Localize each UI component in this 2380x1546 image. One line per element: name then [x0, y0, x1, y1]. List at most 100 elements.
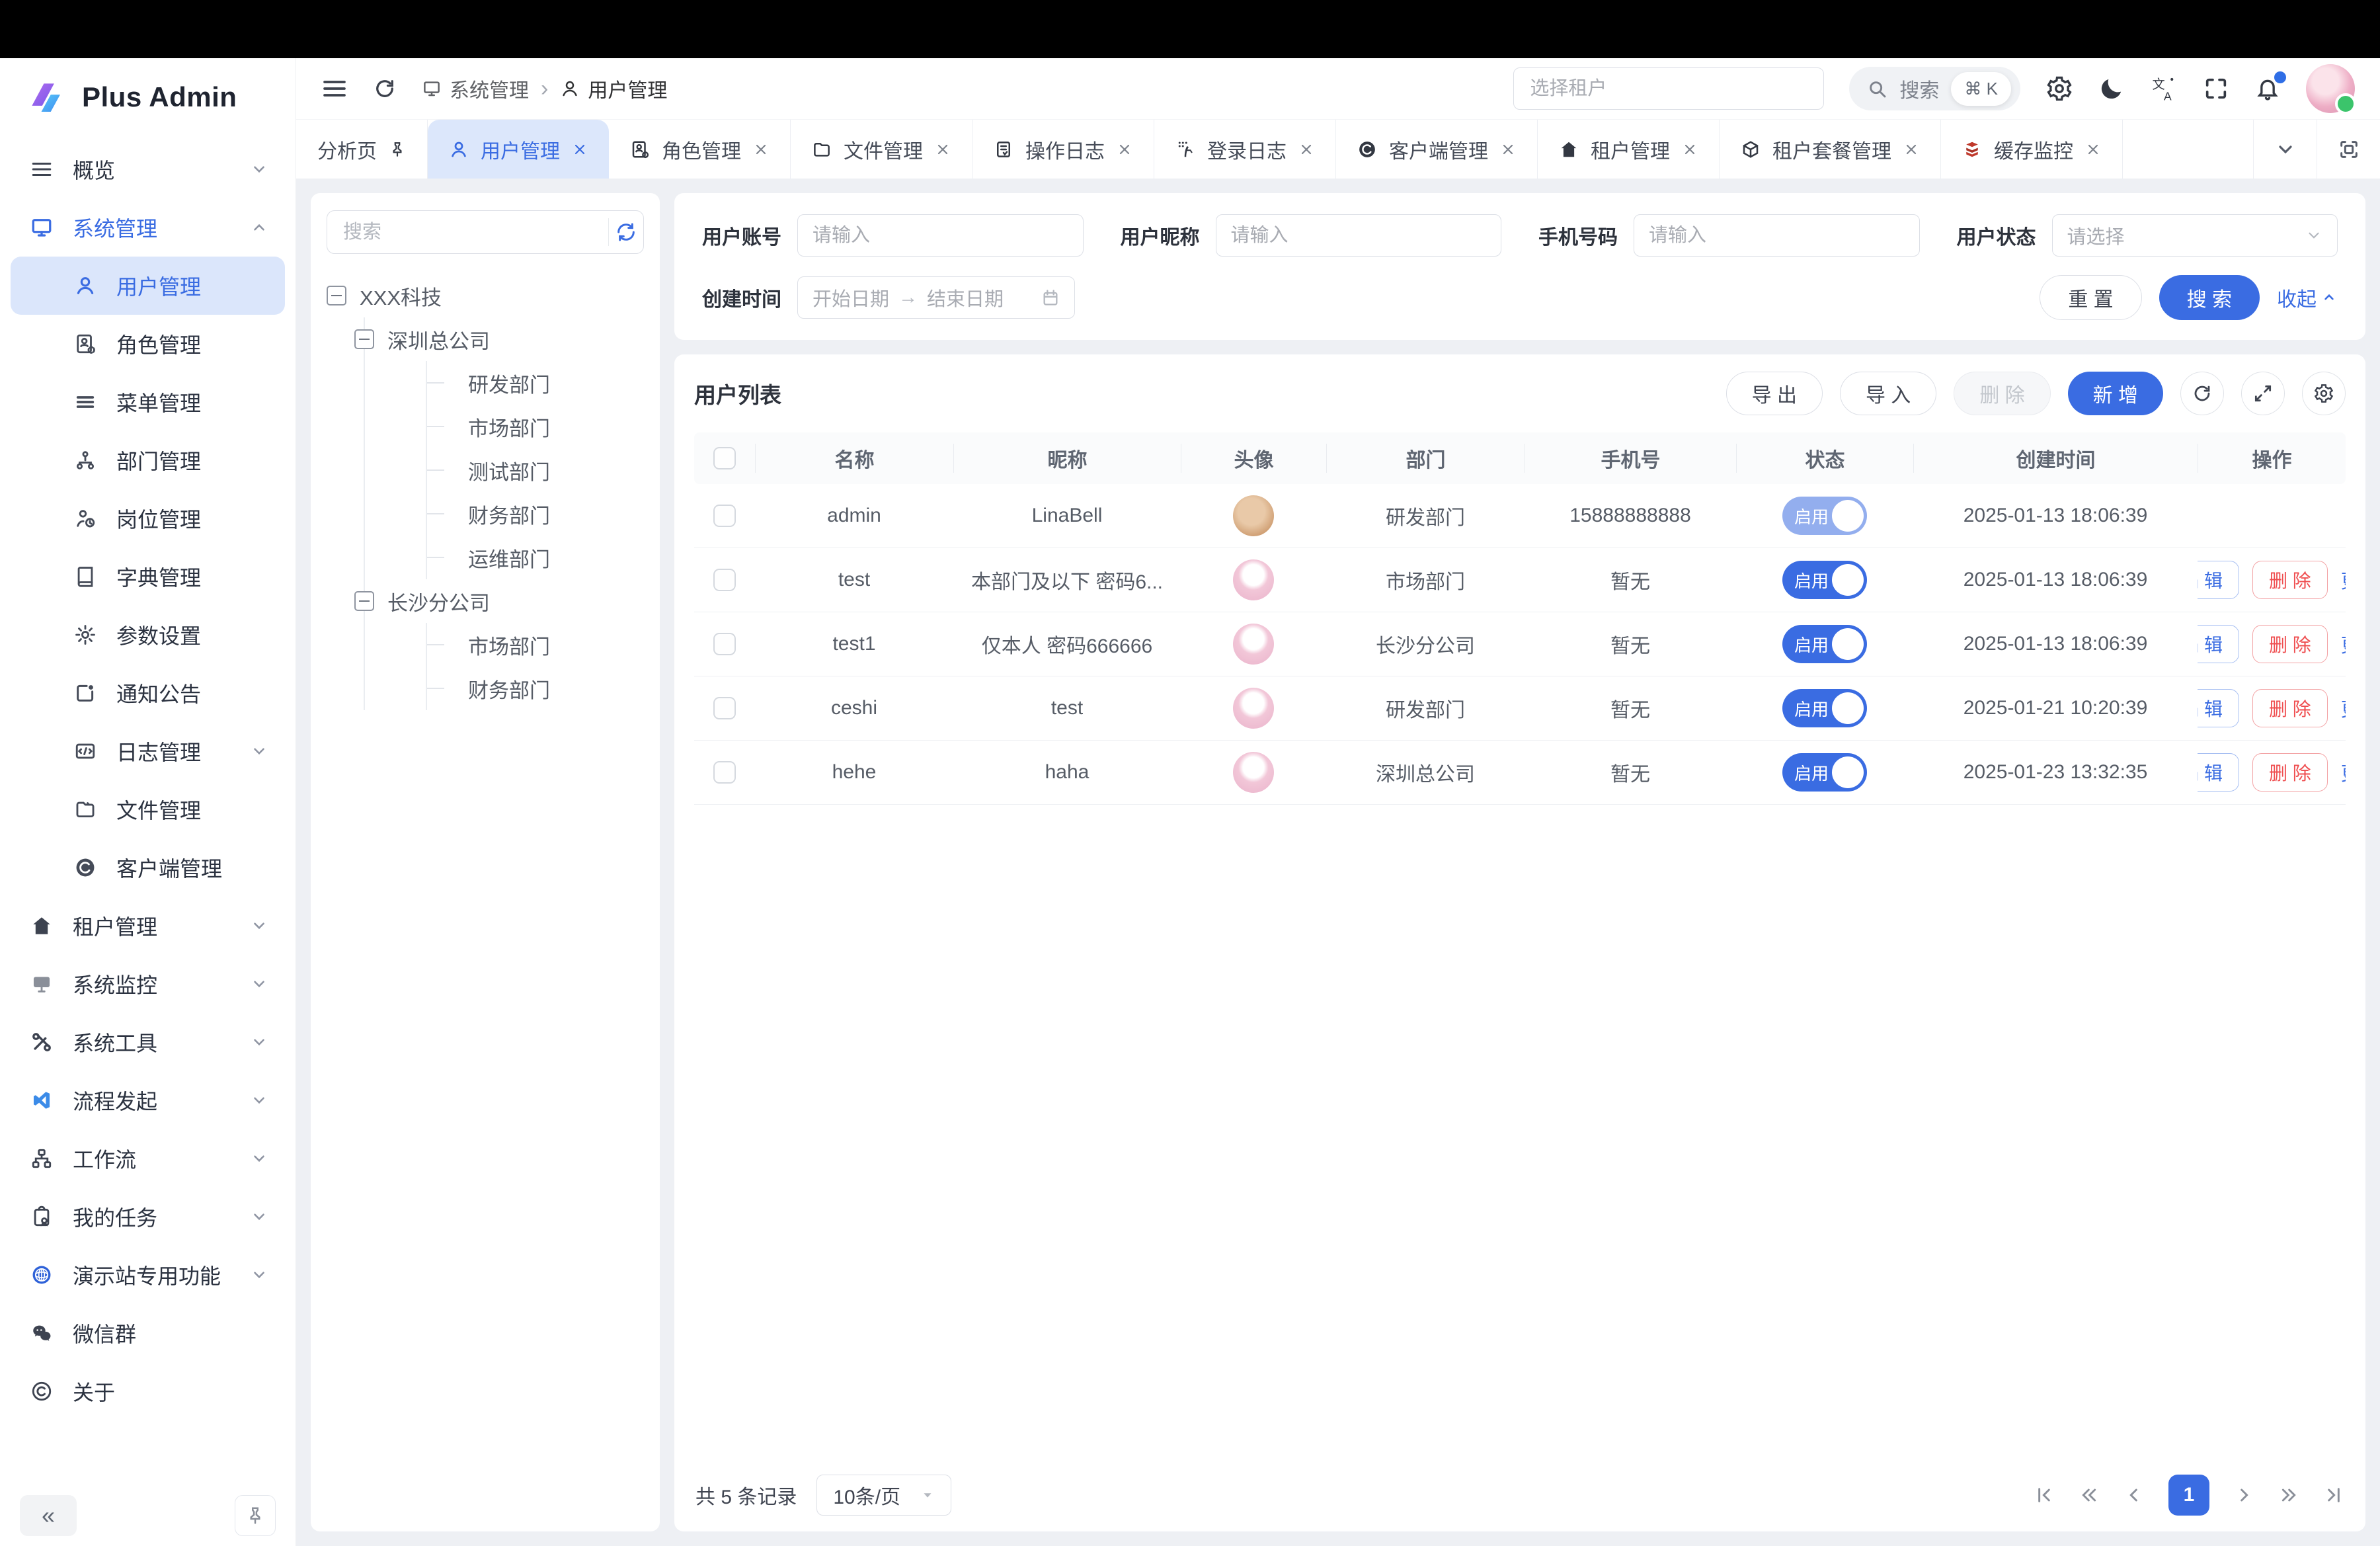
tree-node-leaf[interactable]: 运维部门: [427, 536, 644, 579]
last-page-button[interactable]: [2323, 1485, 2344, 1506]
table-settings-button[interactable]: [2302, 372, 2346, 415]
search-button[interactable]: 搜 索: [2159, 275, 2260, 320]
sidebar-item-tenant-management[interactable]: 租户管理: [11, 897, 285, 955]
status-toggle[interactable]: 启用: [1782, 753, 1867, 792]
sidebar-item-notice[interactable]: 通知公告: [11, 664, 285, 722]
sidebar-item-role-management[interactable]: 角色管理: [11, 315, 285, 373]
collapse-filter-link[interactable]: 收起: [2277, 283, 2338, 312]
tree-node-leaf[interactable]: 财务部门: [427, 667, 644, 710]
status-toggle[interactable]: 启用: [1782, 625, 1867, 663]
next-5-pages-button[interactable]: [2278, 1485, 2299, 1506]
tab-login-log[interactable]: 登录日志: [1154, 120, 1336, 179]
row-checkbox[interactable]: [713, 697, 736, 719]
more-button[interactable]: 更多: [2341, 758, 2346, 786]
row-checkbox[interactable]: [713, 505, 736, 527]
close-icon[interactable]: [1903, 142, 1919, 157]
notification-bell-icon[interactable]: [2254, 75, 2281, 102]
status-toggle[interactable]: 启用: [1782, 497, 1867, 535]
tab-user-management[interactable]: 用户管理: [428, 120, 609, 179]
select-all-checkbox[interactable]: [713, 447, 736, 469]
tab-client-management[interactable]: 客户端管理: [1336, 120, 1538, 179]
edit-button[interactable]: 编 辑: [2198, 753, 2239, 792]
more-button[interactable]: 更多: [2341, 694, 2346, 722]
tree-node-leaf[interactable]: 市场部门: [427, 405, 644, 448]
delete-row-button[interactable]: 删 除: [2252, 753, 2328, 792]
pin-icon[interactable]: [389, 141, 406, 158]
dark-mode-moon-icon[interactable]: [2098, 75, 2125, 102]
first-page-button[interactable]: [2034, 1485, 2055, 1506]
page-size-select[interactable]: 10条/页: [816, 1475, 951, 1516]
close-icon[interactable]: [1298, 142, 1314, 157]
close-icon[interactable]: [572, 142, 588, 157]
row-checkbox[interactable]: [713, 761, 736, 784]
table-refresh-button[interactable]: [2180, 372, 2224, 415]
hamburger-icon[interactable]: [321, 75, 348, 102]
delete-row-button[interactable]: 删 除: [2252, 689, 2328, 727]
sidebar-item-parameter-settings[interactable]: 参数设置: [11, 606, 285, 664]
tab-tenant-package-management[interactable]: 租户套餐管理: [1720, 120, 1941, 179]
date-range-picker[interactable]: 开始日期 → 结束日期: [797, 276, 1075, 319]
tab-analysis[interactable]: 分析页: [296, 120, 428, 179]
sidebar-collapse-button[interactable]: «: [20, 1495, 77, 1536]
edit-button[interactable]: 编 辑: [2198, 561, 2239, 599]
tree-node-leaf[interactable]: 研发部门: [427, 361, 644, 405]
user-avatar[interactable]: [2306, 64, 2355, 113]
sidebar-pin-button[interactable]: [235, 1495, 276, 1536]
close-icon[interactable]: [753, 142, 769, 157]
tab-cache-monitor[interactable]: 缓存监控: [1941, 120, 2123, 179]
close-icon[interactable]: [935, 142, 951, 157]
settings-gear-icon[interactable]: [2045, 75, 2073, 102]
phone-input[interactable]: [1649, 225, 1905, 247]
delete-button[interactable]: 删 除: [1954, 372, 2050, 415]
tree-node-branch[interactable]: 深圳总公司: [354, 317, 644, 361]
sidebar-item-workflow[interactable]: 工作流: [11, 1129, 285, 1188]
sidebar-item-process-initiation[interactable]: 流程发起: [11, 1071, 285, 1129]
tree-collapse-icon[interactable]: [327, 286, 346, 305]
language-translate-icon[interactable]: 文A: [2150, 75, 2178, 102]
tree-node-leaf[interactable]: 市场部门: [427, 623, 644, 667]
edit-button[interactable]: 编 辑: [2198, 625, 2239, 663]
sidebar-item-department-management[interactable]: 部门管理: [11, 431, 285, 489]
prev-5-pages-button[interactable]: [2079, 1485, 2100, 1506]
sidebar-item-system-management[interactable]: 系统管理: [11, 198, 285, 257]
global-search-button[interactable]: 搜索 ⌘ K: [1849, 67, 2020, 110]
breadcrumb-user-management[interactable]: 用户管理: [560, 74, 667, 103]
status-toggle[interactable]: 启用: [1782, 561, 1867, 599]
add-button[interactable]: 新 增: [2068, 372, 2163, 415]
tab-role-management[interactable]: 角色管理: [609, 120, 791, 179]
sidebar-item-demo-features[interactable]: 演示站专用功能: [11, 1246, 285, 1304]
tree-node-root[interactable]: XXX科技: [327, 274, 644, 317]
tenant-select-input[interactable]: [1513, 67, 1824, 110]
status-select[interactable]: 请选择: [2052, 214, 2338, 257]
export-button[interactable]: 导 出: [1726, 372, 1823, 415]
row-checkbox[interactable]: [713, 569, 736, 591]
tree-node-branch[interactable]: 长沙分公司: [354, 579, 644, 623]
close-icon[interactable]: [1682, 142, 1698, 157]
sidebar-item-log-management[interactable]: 日志管理: [11, 722, 285, 780]
sidebar-item-overview[interactable]: 概览: [11, 140, 285, 198]
sidebar-item-wechat-group[interactable]: 微信群: [11, 1304, 285, 1362]
tab-file-management[interactable]: 文件管理: [791, 120, 972, 179]
tab-operation-log[interactable]: 操作日志: [972, 120, 1154, 179]
close-icon[interactable]: [1500, 142, 1516, 157]
breadcrumb-system[interactable]: 系统管理: [422, 74, 529, 103]
edit-button[interactable]: 编 辑: [2198, 689, 2239, 727]
reset-button[interactable]: 重 置: [2040, 275, 2141, 320]
prev-page-button[interactable]: [2123, 1485, 2145, 1506]
delete-row-button[interactable]: 删 除: [2252, 625, 2328, 663]
sidebar-item-user-management[interactable]: 用户管理: [11, 257, 285, 315]
more-button[interactable]: 更多: [2341, 630, 2346, 658]
sidebar-item-post-management[interactable]: 岗位管理: [11, 489, 285, 548]
delete-row-button[interactable]: 删 除: [2252, 561, 2328, 599]
close-icon[interactable]: [1117, 142, 1132, 157]
tree-node-leaf[interactable]: 测试部门: [427, 448, 644, 492]
nickname-input[interactable]: [1231, 225, 1487, 247]
tree-refresh-icon[interactable]: [609, 221, 643, 243]
row-checkbox[interactable]: [713, 633, 736, 655]
account-input[interactable]: [813, 225, 1068, 247]
close-icon[interactable]: [2085, 142, 2101, 157]
tree-collapse-icon[interactable]: [354, 591, 374, 611]
content-fullscreen-button[interactable]: [2317, 120, 2380, 179]
sidebar-item-client-management[interactable]: 客户端管理: [11, 838, 285, 897]
tree-search-input[interactable]: [327, 222, 608, 243]
